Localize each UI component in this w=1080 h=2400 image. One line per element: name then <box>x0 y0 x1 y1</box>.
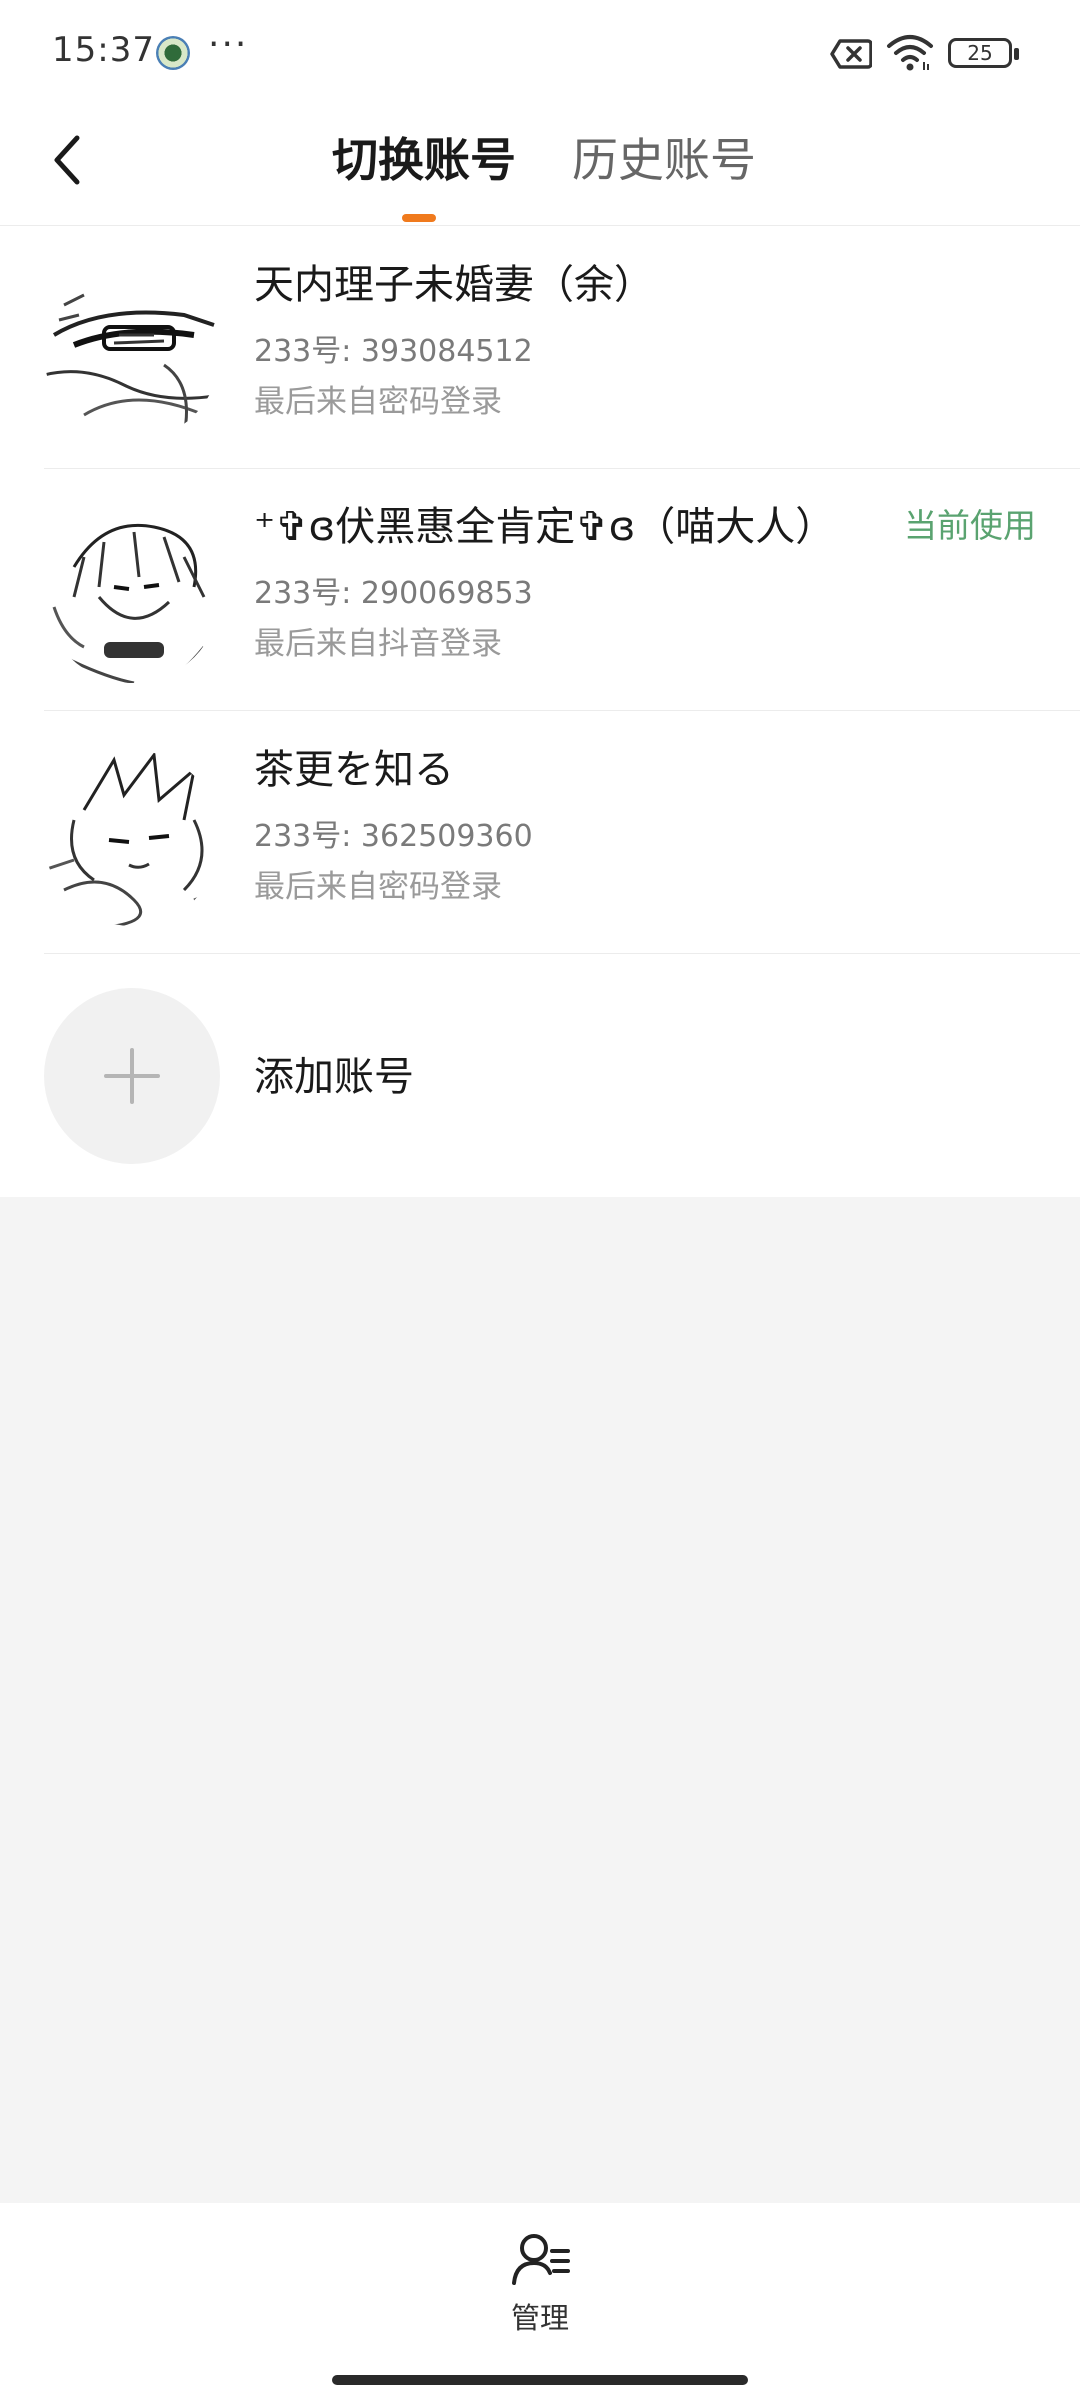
active-tab-indicator <box>402 214 436 222</box>
avatar <box>44 507 220 683</box>
account-id: 233号: 393084512 <box>254 334 533 369</box>
sim-error-icon <box>830 38 873 74</box>
account-id: 233号: 362509360 <box>254 819 533 854</box>
tab-history-account[interactable]: 历史账号 <box>572 130 756 190</box>
battery-icon: 25 <box>948 38 1019 68</box>
add-account-circle <box>44 988 220 1164</box>
account-login-source: 最后来自抖音登录 <box>254 626 502 662</box>
tab-switch-account[interactable]: 切换账号 <box>332 130 516 190</box>
account-name: 茶更を知る <box>254 747 454 793</box>
account-row[interactable]: 天内理子未婚妻（余） 233号: 393084512 最后来自密码登录 <box>44 227 1080 469</box>
account-login-source: 最后来自密码登录 <box>254 869 502 905</box>
account-name: ⁺✞ɞ伏黑惠全肯定✞ɞ（喵大人） <box>254 504 836 550</box>
home-indicator[interactable] <box>332 2375 748 2385</box>
bottom-bar: 管理 <box>0 2203 1080 2400</box>
manage-label: 管理 <box>510 2301 569 2335</box>
status-bar: 15:37 ··· 25 <box>0 0 1080 100</box>
user-manage-icon <box>512 2234 570 2285</box>
battery-level: 25 <box>967 41 993 65</box>
account-id: 233号: 290069853 <box>254 576 533 611</box>
avatar <box>44 265 220 441</box>
back-button[interactable] <box>36 120 96 200</box>
account-name: 天内理子未婚妻（余） <box>254 262 654 308</box>
avatar <box>44 750 220 926</box>
account-row[interactable]: 茶更を知る 233号: 362509360 最后来自密码登录 <box>44 712 1080 954</box>
account-row-current[interactable]: ⁺✞ɞ伏黑惠全肯定✞ɞ（喵大人） 233号: 290069853 最后来自抖音登… <box>44 469 1080 711</box>
status-time: 15:37 <box>52 30 155 70</box>
current-account-badge: 当前使用 <box>904 506 1036 545</box>
account-login-source: 最后来自密码登录 <box>254 384 502 420</box>
wifi-icon <box>886 34 934 76</box>
add-account-label: 添加账号 <box>254 1054 414 1100</box>
add-account-button[interactable]: 添加账号 <box>44 955 1080 1197</box>
app-notification-icon <box>156 36 190 70</box>
chevron-left-icon <box>54 135 80 185</box>
manage-button[interactable]: 管理 <box>490 2231 590 2341</box>
header: 切换账号 历史账号 <box>0 100 1080 226</box>
more-notifications-icon: ··· <box>208 24 249 65</box>
plus-icon <box>104 1048 160 1104</box>
